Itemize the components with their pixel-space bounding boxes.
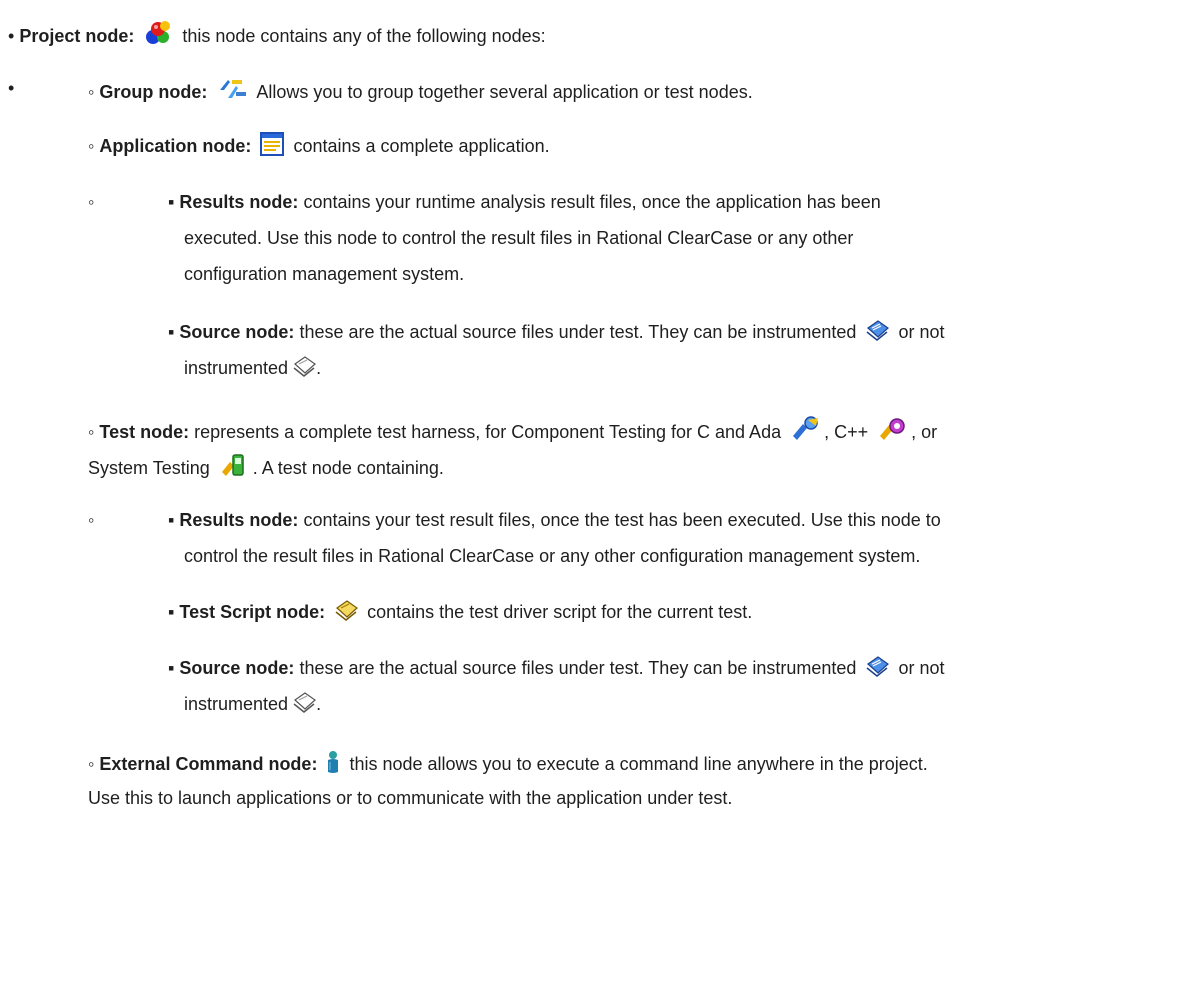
system-testing-text: System Testing xyxy=(88,458,210,478)
test-line2: System Testing . A test node containing. xyxy=(88,452,444,480)
circle-bullet: ◦ xyxy=(88,136,95,156)
test-results-item: ▪ Results node: contains your test resul… xyxy=(168,508,941,532)
results-node-label: Results node: xyxy=(179,192,299,212)
project-item: • Project node: this node contains any o… xyxy=(8,20,546,48)
nested-list-marker: • xyxy=(8,76,14,100)
group-item: ◦ Group node: Allows you to group togeth… xyxy=(88,76,753,104)
project-icon xyxy=(143,20,173,46)
project-node-text: this node contains any of the following … xyxy=(182,26,546,46)
component-testing-cpp-icon xyxy=(877,416,907,442)
instrumented-word: instrumented xyxy=(184,694,289,714)
non-instrumented-source-icon xyxy=(292,692,317,714)
circle-bullet: ◦ xyxy=(88,422,95,442)
period: . xyxy=(316,694,322,714)
test-script-icon xyxy=(334,600,359,622)
group-icon xyxy=(216,76,248,102)
test-script-node-label: Test Script node: xyxy=(179,602,326,622)
external-command-line2: Use this to launch applications or to co… xyxy=(88,788,733,808)
system-testing-icon xyxy=(219,452,249,478)
app-results-line3: configuration management system. xyxy=(184,264,465,284)
external-command-node-label: External Command node: xyxy=(99,754,318,774)
test-source-line2: instrumented . xyxy=(184,692,321,716)
instrumented-word: instrumented xyxy=(184,358,289,378)
component-testing-c-ada-icon xyxy=(790,416,820,442)
square-bullet: ▪ xyxy=(168,192,175,212)
application-item: ◦ Application node: contains a complete … xyxy=(88,132,550,158)
circle-bullet: ◦ xyxy=(88,510,95,530)
external-command-node-text: this node allows you to execute a comman… xyxy=(349,754,928,774)
period: . xyxy=(316,358,322,378)
application-node-text: contains a complete application. xyxy=(293,136,550,156)
square-bullet: ▪ xyxy=(168,322,175,342)
source-node-label: Source node: xyxy=(179,322,295,342)
source-node-text: these are the actual source files under … xyxy=(299,322,857,342)
app-results-item: ▪ Results node: contains your runtime an… xyxy=(168,190,881,214)
app-source-line2: instrumented . xyxy=(184,356,321,380)
app-results-line2: executed. Use this node to control the r… xyxy=(184,228,854,248)
circle-bullet: ◦ xyxy=(88,754,95,774)
circle-bullet: ◦ xyxy=(88,82,95,102)
disc-bullet: • xyxy=(8,26,15,46)
external-command-icon xyxy=(326,750,340,774)
test-node-text: represents a complete test harness, for … xyxy=(194,422,782,442)
group-node-label: Group node: xyxy=(99,82,208,102)
test-source-item: ▪ Source node: these are the actual sour… xyxy=(168,656,945,680)
or-not-text: or not xyxy=(898,658,945,678)
nested-list-marker: ◦ xyxy=(88,508,94,532)
source-node-text: these are the actual source files under … xyxy=(299,658,857,678)
group-node-text: Allows you to group together several app… xyxy=(256,82,753,102)
results-node-label: Results node: xyxy=(179,510,299,530)
test-node-containing-text: . A test node containing. xyxy=(252,458,444,478)
source-node-label: Source node: xyxy=(179,658,295,678)
test-item: ◦ Test node: represents a complete test … xyxy=(88,416,937,444)
nested-list-marker: ◦ xyxy=(88,190,94,214)
external-command-item: ◦ External Command node: this node allow… xyxy=(88,750,928,776)
test-script-item: ▪ Test Script node: contains the test dr… xyxy=(168,600,752,624)
results-node-text: contains your test result files, once th… xyxy=(303,510,941,530)
instrumented-source-icon xyxy=(865,656,890,678)
square-bullet: ▪ xyxy=(168,602,175,622)
cpp-text: , C++ xyxy=(824,422,869,442)
disc-bullet: • xyxy=(8,78,15,98)
results-node-text: contains your runtime analysis result fi… xyxy=(303,192,881,212)
non-instrumented-source-icon xyxy=(292,356,317,378)
app-source-item: ▪ Source node: these are the actual sour… xyxy=(168,320,945,344)
square-bullet: ▪ xyxy=(168,510,175,530)
or-text: , or xyxy=(911,422,938,442)
test-node-label: Test node: xyxy=(99,422,190,442)
test-results-line2: control the result files in Rational Cle… xyxy=(184,546,921,566)
or-not-text: or not xyxy=(898,322,945,342)
application-node-label: Application node: xyxy=(99,136,252,156)
instrumented-source-icon xyxy=(865,320,890,342)
test-script-node-text: contains the test driver script for the … xyxy=(367,602,753,622)
application-icon xyxy=(260,132,285,156)
circle-bullet: ◦ xyxy=(88,192,95,212)
square-bullet: ▪ xyxy=(168,658,175,678)
project-node-label: Project node: xyxy=(19,26,135,46)
